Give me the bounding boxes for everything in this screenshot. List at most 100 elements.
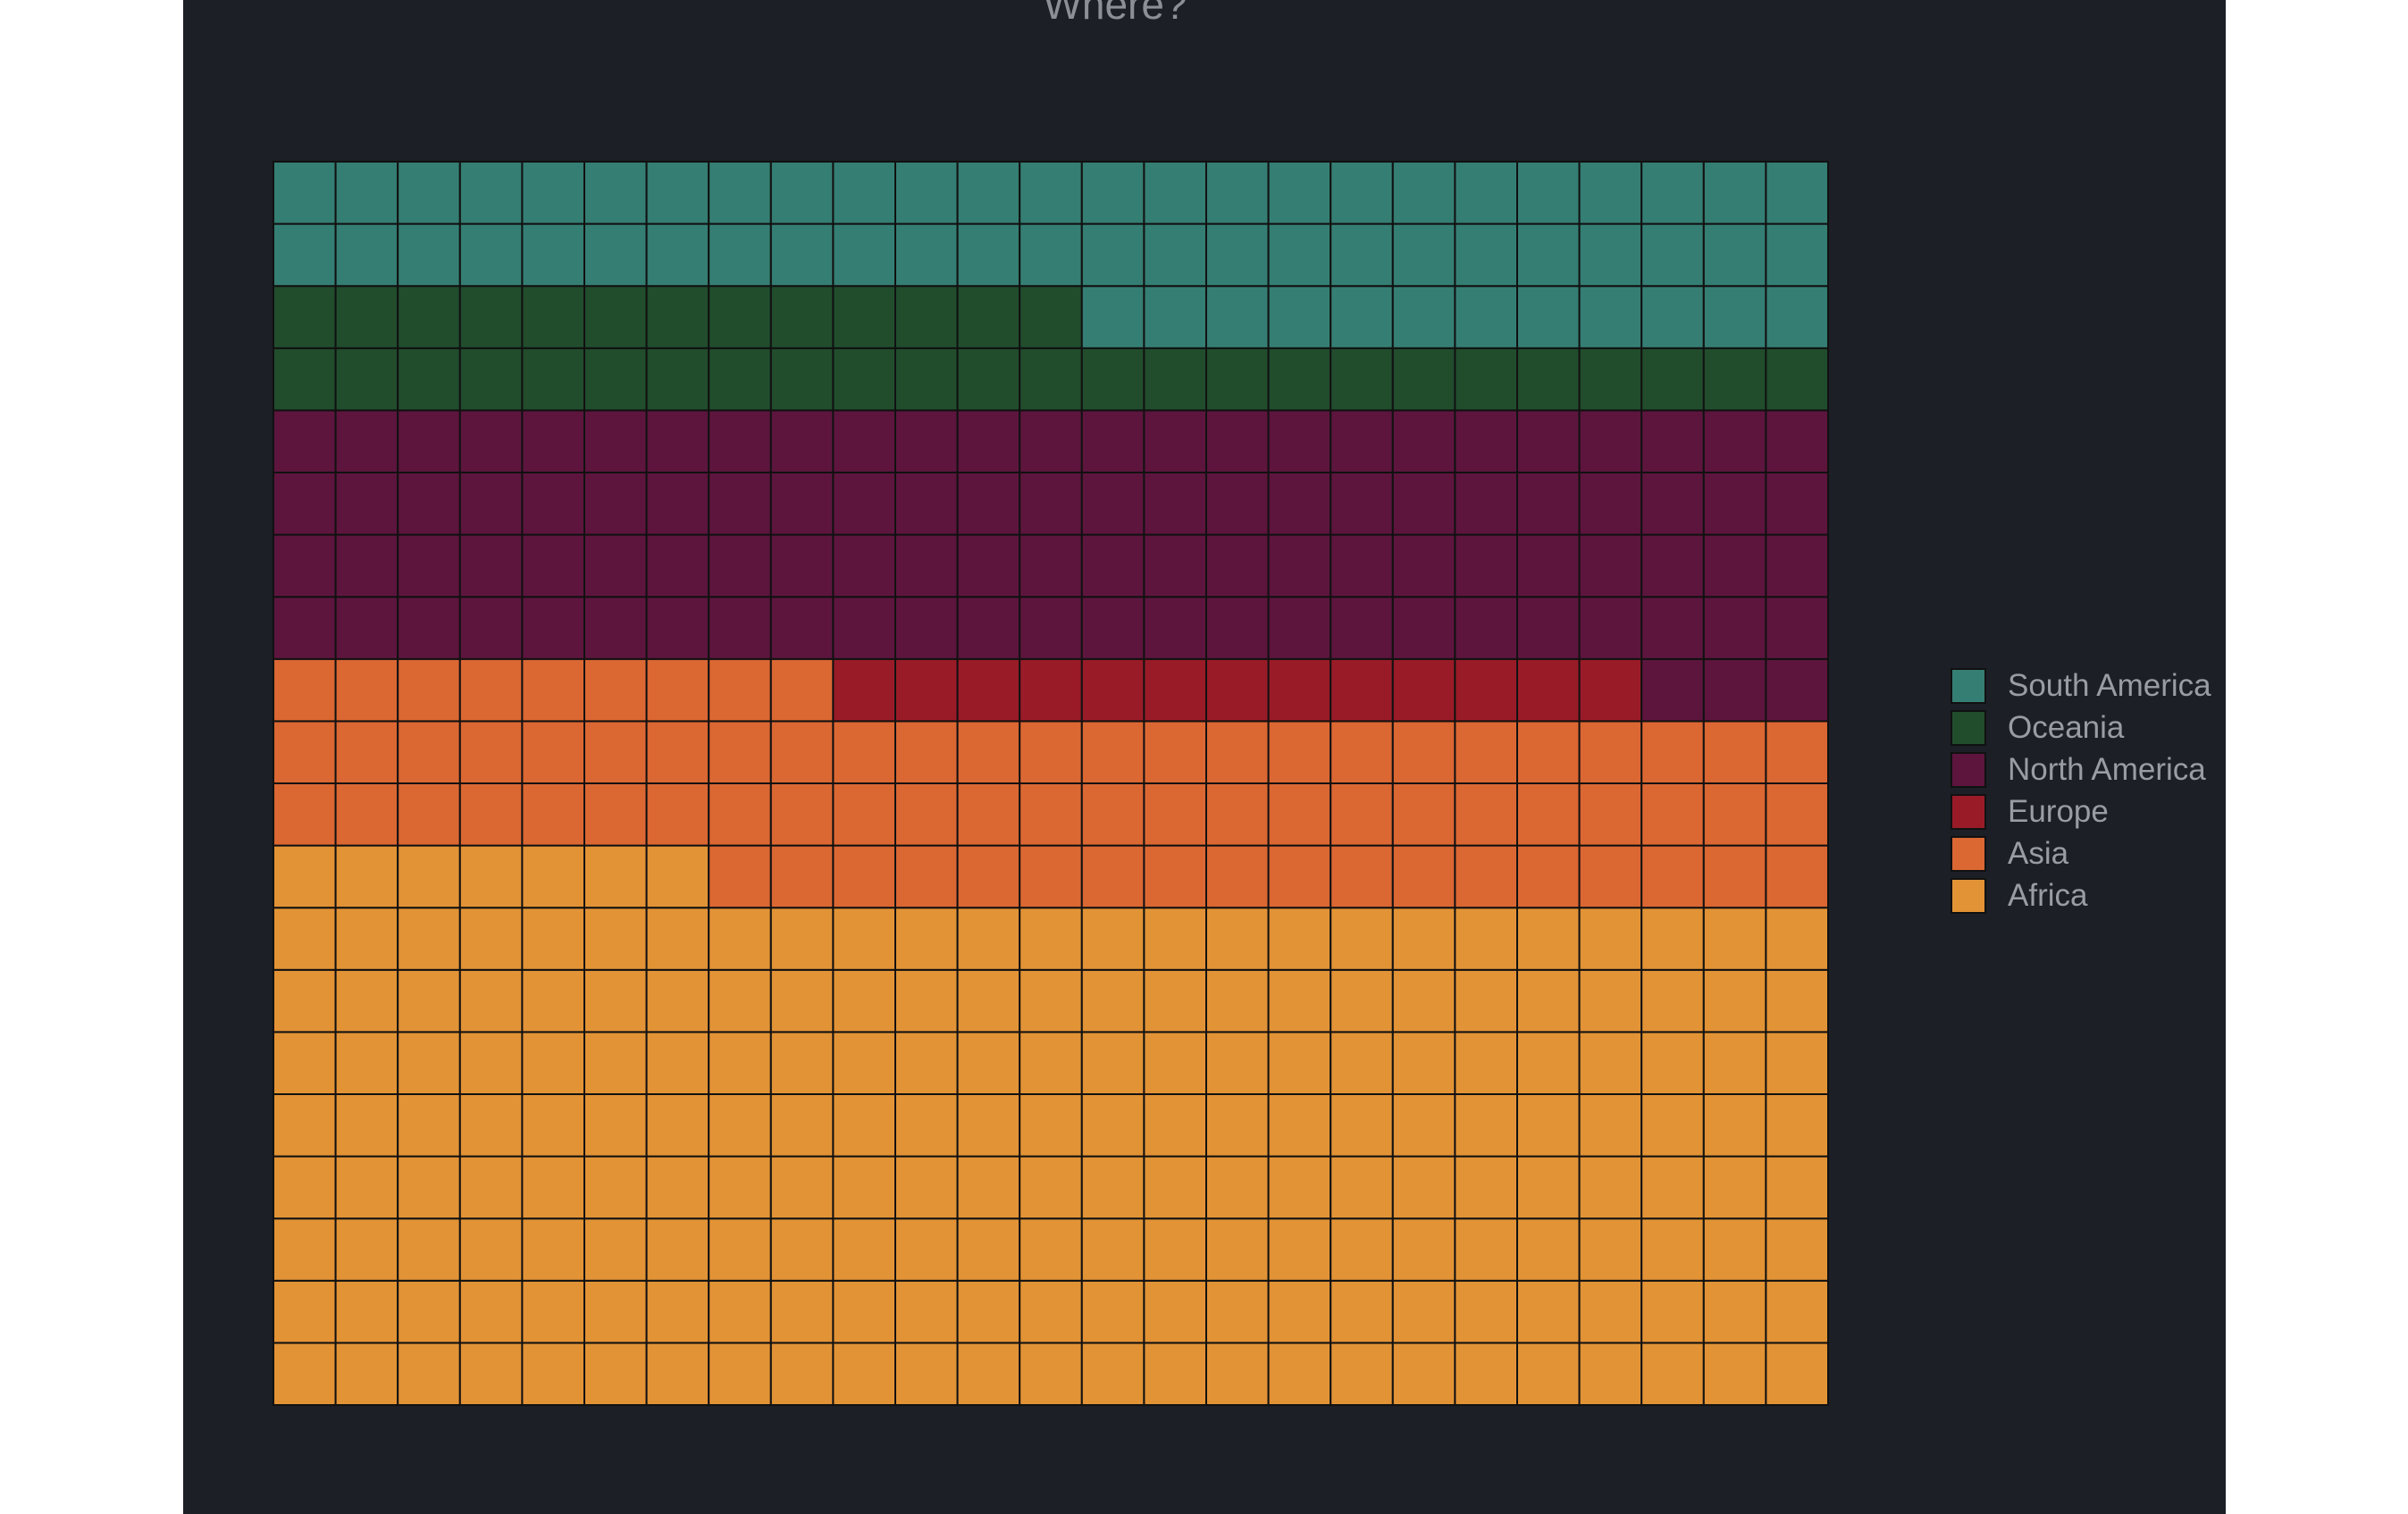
waffle-cell-africa xyxy=(1205,1031,1270,1096)
waffle-cell-north-america xyxy=(956,596,1021,660)
waffle-cell-africa xyxy=(1578,1093,1643,1158)
waffle-cell-africa xyxy=(458,907,524,971)
waffle-cell-africa xyxy=(1267,1217,1332,1282)
waffle-cell-oceania xyxy=(521,285,585,349)
waffle-cell-africa xyxy=(1330,1217,1394,1282)
waffle-cell-north-america xyxy=(645,409,710,473)
waffle-cell-africa xyxy=(1267,1093,1332,1158)
waffle-cell-asia xyxy=(956,782,1021,847)
waffle-cell-africa xyxy=(397,907,461,971)
waffle-cell-africa xyxy=(1019,1093,1083,1158)
waffle-cell-africa xyxy=(1143,1155,1208,1220)
waffle-cell-north-america xyxy=(521,596,585,660)
waffle-cell-africa xyxy=(1391,968,1456,1033)
waffle-cell-south-america xyxy=(769,222,835,288)
waffle-cell-north-america xyxy=(458,472,524,536)
legend-swatch-africa xyxy=(1951,877,1986,914)
waffle-cell-south-america xyxy=(1765,161,1830,225)
waffle-cell-africa xyxy=(1330,1342,1394,1407)
waffle-cell-south-america xyxy=(1391,161,1456,225)
waffle-cell-africa xyxy=(521,1279,585,1344)
waffle-cell-europe xyxy=(1019,657,1083,723)
waffle-cell-north-america xyxy=(1640,533,1705,598)
waffle-cell-asia xyxy=(1080,782,1145,847)
waffle-cell-north-america xyxy=(397,596,461,660)
waffle-cell-africa xyxy=(334,968,399,1033)
waffle-cell-north-america xyxy=(1143,409,1208,473)
waffle-cell-europe xyxy=(1330,657,1394,723)
waffle-cell-oceania xyxy=(1019,285,1083,349)
waffle-cell-africa xyxy=(458,1279,524,1344)
waffle-cell-africa xyxy=(1080,907,1145,971)
waffle-cell-south-america xyxy=(1516,285,1581,349)
waffle-cell-south-america xyxy=(1143,222,1208,288)
waffle-cell-africa xyxy=(397,1342,461,1407)
waffle-cell-asia xyxy=(1143,720,1208,785)
waffle-cell-north-america xyxy=(273,596,337,660)
waffle-cell-south-america xyxy=(832,161,897,225)
waffle-cell-oceania xyxy=(708,285,772,349)
waffle-cell-africa xyxy=(1080,1217,1145,1282)
waffle-cell-north-america xyxy=(1267,533,1332,598)
waffle-cell-south-america xyxy=(1454,161,1519,225)
waffle-cell-africa xyxy=(1391,1217,1456,1282)
waffle-cell-africa xyxy=(1516,907,1581,971)
waffle-cell-north-america xyxy=(1080,533,1145,598)
waffle-cell-africa xyxy=(1578,1217,1643,1282)
waffle-cell-north-america xyxy=(334,533,399,598)
waffle-cell-africa xyxy=(521,907,585,971)
waffle-cell-south-america xyxy=(458,161,524,225)
waffle-cell-south-america xyxy=(1578,161,1643,225)
waffle-cell-asia xyxy=(1578,782,1643,847)
waffle-cell-north-america xyxy=(769,472,835,536)
waffle-cell-africa xyxy=(645,1217,710,1282)
waffle-cell-africa xyxy=(894,1342,959,1407)
waffle-cell-asia xyxy=(273,720,337,785)
waffle-cell-africa xyxy=(1516,1217,1581,1282)
waffle-cell-africa xyxy=(458,968,524,1033)
waffle-cell-asia xyxy=(1019,782,1083,847)
waffle-cell-north-america xyxy=(273,533,337,598)
waffle-cell-africa xyxy=(1143,1279,1208,1344)
waffle-cell-south-america xyxy=(1143,285,1208,349)
waffle-cell-africa xyxy=(334,1031,399,1096)
waffle-cell-africa xyxy=(397,1279,461,1344)
waffle-cell-asia xyxy=(458,782,524,847)
waffle-cell-europe xyxy=(956,657,1021,723)
waffle-cell-oceania xyxy=(1330,347,1394,412)
waffle-cell-asia xyxy=(521,782,585,847)
waffle-cell-north-america xyxy=(1765,657,1830,723)
waffle-cell-africa xyxy=(894,1217,959,1282)
waffle-cell-north-america xyxy=(458,409,524,473)
waffle-cell-africa xyxy=(1205,968,1270,1033)
waffle-cell-asia xyxy=(1765,844,1830,909)
waffle-cell-asia xyxy=(458,720,524,785)
waffle-cell-oceania xyxy=(1080,347,1145,412)
waffle-cell-asia xyxy=(708,720,772,785)
legend-label-asia: Asia xyxy=(2008,835,2069,871)
waffle-cell-asia xyxy=(1516,782,1581,847)
waffle-cell-north-america xyxy=(1330,409,1394,473)
waffle-cell-south-america xyxy=(1391,285,1456,349)
waffle-cell-north-america xyxy=(956,533,1021,598)
waffle-cell-africa xyxy=(1702,1217,1767,1282)
waffle-cell-africa xyxy=(1080,1342,1145,1407)
waffle-cell-north-america xyxy=(1205,596,1270,660)
waffle-cell-africa xyxy=(1080,1279,1145,1344)
waffle-cell-africa xyxy=(1205,1155,1270,1220)
waffle-cell-south-america xyxy=(1080,161,1145,225)
waffle-cell-north-america xyxy=(1267,409,1332,473)
waffle-cell-africa xyxy=(1578,907,1643,971)
waffle-cell-africa xyxy=(769,1279,835,1344)
waffle-cell-africa xyxy=(521,1217,585,1282)
waffle-cell-north-america xyxy=(1454,533,1519,598)
waffle-cell-africa xyxy=(832,1031,897,1096)
waffle-cell-africa xyxy=(1640,1279,1705,1344)
waffle-cell-africa xyxy=(1640,968,1705,1033)
waffle-cell-north-america xyxy=(273,472,337,536)
waffle-cell-north-america xyxy=(708,472,772,536)
waffle-cell-africa xyxy=(583,1031,648,1096)
waffle-cell-asia xyxy=(1578,720,1643,785)
waffle-cell-africa xyxy=(1330,1031,1394,1096)
waffle-cell-africa xyxy=(832,1342,897,1407)
